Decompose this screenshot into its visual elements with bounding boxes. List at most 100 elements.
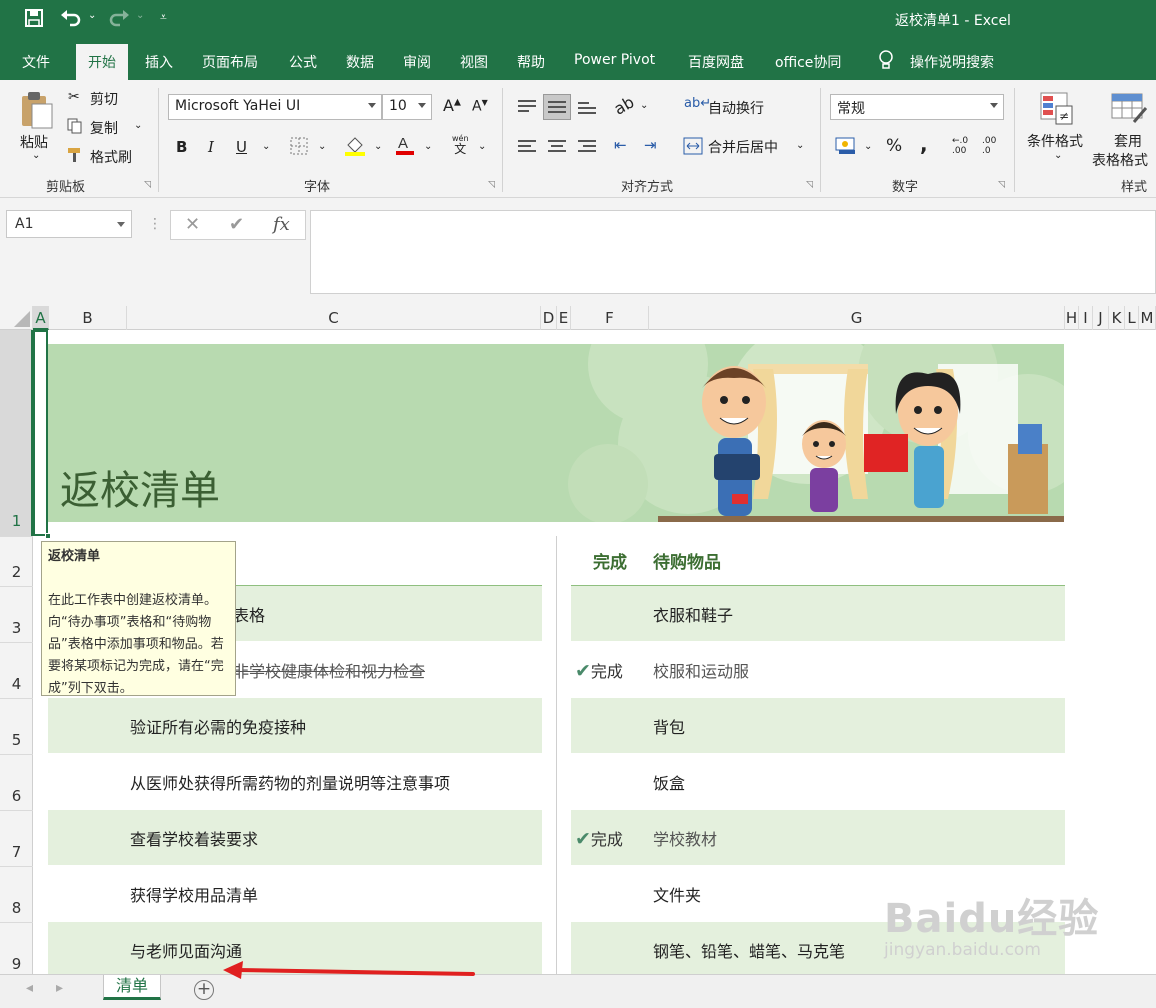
row-header-6[interactable]: 6 xyxy=(0,754,33,810)
paste-icon[interactable] xyxy=(20,90,54,134)
borders-dropdown-icon[interactable]: ⌄ xyxy=(318,141,326,152)
percent-style-button[interactable]: % xyxy=(886,136,902,156)
conditional-formatting-button[interactable]: 条件格式 xyxy=(1027,131,1083,151)
wrap-text-button[interactable]: 自动换行 xyxy=(708,98,764,118)
select-all-button[interactable] xyxy=(0,306,33,330)
merge-center-button[interactable]: 合并后居中 xyxy=(708,137,778,157)
name-box[interactable]: A1 xyxy=(6,210,132,238)
decrease-decimal-button[interactable]: .00.0 xyxy=(982,136,996,156)
row-header-2[interactable]: 2 xyxy=(0,536,33,586)
shopping-done-header[interactable]: 完成 xyxy=(593,548,627,573)
column-header-h[interactable]: H xyxy=(1065,306,1079,330)
decrease-font-size-icon[interactable]: A▼ xyxy=(472,98,488,115)
shopping-item[interactable]: 衣服和鞋子 xyxy=(653,602,733,626)
increase-decimal-button[interactable]: ←.0.00 xyxy=(952,136,968,156)
row-header-9[interactable]: 9 xyxy=(0,922,33,974)
copy-button[interactable]: 复制 xyxy=(90,118,118,138)
row-header-3[interactable]: 3 xyxy=(0,586,33,642)
tab-file[interactable]: 文件 xyxy=(22,52,50,72)
tab-office-collab[interactable]: office协同 xyxy=(775,52,841,72)
todo-item[interactable]: 获得学校用品清单 xyxy=(130,882,258,906)
accounting-dropdown-icon[interactable]: ⌄ xyxy=(864,141,872,152)
top-align-icon[interactable] xyxy=(518,100,536,114)
format-as-table-icon[interactable] xyxy=(1110,92,1148,130)
row-header-1[interactable]: 1 xyxy=(0,330,33,536)
tab-home[interactable]: 开始 xyxy=(76,44,128,80)
accounting-format-icon[interactable] xyxy=(835,135,857,159)
column-header-g[interactable]: G xyxy=(649,306,1065,330)
tab-review[interactable]: 审阅 xyxy=(403,52,431,72)
orientation-dropdown-icon[interactable]: ⌄ xyxy=(640,100,648,111)
tab-help[interactable]: 帮助 xyxy=(517,52,545,72)
phonetic-dropdown-icon[interactable]: ⌄ xyxy=(478,141,486,152)
cut-icon[interactable]: ✂ xyxy=(68,89,80,105)
increase-font-size-icon[interactable]: A▲ xyxy=(443,96,461,115)
todo-item[interactable]: 非学校健康体检和视力检查 xyxy=(233,658,425,682)
column-header-j[interactable]: J xyxy=(1093,306,1109,330)
row-header-5[interactable]: 5 xyxy=(0,698,33,754)
shopping-item[interactable]: 背包 xyxy=(653,714,685,738)
fill-color-icon[interactable] xyxy=(344,135,366,161)
column-header-i[interactable]: I xyxy=(1079,306,1093,330)
align-right-icon[interactable] xyxy=(578,140,596,154)
underline-dropdown-icon[interactable]: ⌄ xyxy=(262,141,270,152)
column-header-c[interactable]: C xyxy=(127,306,541,330)
phonetic-guide-icon[interactable]: wén 文 xyxy=(452,134,469,156)
insert-function-icon[interactable]: fx xyxy=(273,214,290,235)
shopping-item-header[interactable]: 待购物品 xyxy=(653,548,721,573)
underline-button[interactable]: U xyxy=(236,138,247,156)
conditional-dropdown-icon[interactable]: ⌄ xyxy=(1054,150,1062,161)
scroll-right-icon[interactable]: ▸ xyxy=(56,980,63,996)
align-left-icon[interactable] xyxy=(518,140,536,154)
bottom-align-icon[interactable] xyxy=(578,102,596,116)
formula-input[interactable] xyxy=(310,210,1156,294)
fill-handle[interactable] xyxy=(45,533,51,539)
shopping-item[interactable]: 文件夹 xyxy=(653,882,701,906)
column-header-b[interactable]: B xyxy=(49,306,127,330)
orientation-icon[interactable]: ab xyxy=(611,92,638,118)
shopping-item[interactable]: 钢笔、铅笔、蜡笔、马克笔 xyxy=(653,938,845,962)
tab-view[interactable]: 视图 xyxy=(460,52,488,72)
shopping-item[interactable]: 饭盒 xyxy=(653,770,685,794)
column-header-f[interactable]: F xyxy=(571,306,649,330)
sheet-tab-active[interactable]: 清单 xyxy=(103,975,161,1000)
column-header-l[interactable]: L xyxy=(1125,306,1139,330)
scroll-left-icon[interactable]: ◂ xyxy=(26,980,33,996)
column-header-e[interactable]: E xyxy=(557,306,571,330)
row-header-4[interactable]: 4 xyxy=(0,642,33,698)
undo-icon[interactable] xyxy=(60,7,82,31)
font-size-select[interactable]: 10 xyxy=(382,94,432,120)
tab-insert[interactable]: 插入 xyxy=(145,52,173,72)
tab-data[interactable]: 数据 xyxy=(346,52,374,72)
italic-button[interactable]: I xyxy=(208,138,214,156)
increase-indent-icon[interactable]: ⇥ xyxy=(644,136,657,154)
comma-style-button[interactable]: , xyxy=(920,132,928,156)
tab-baidu-netdisk[interactable]: 百度网盘 xyxy=(688,52,744,72)
column-header-d[interactable]: D xyxy=(541,306,557,330)
bold-button[interactable]: B xyxy=(176,138,187,156)
merge-dropdown-icon[interactable]: ⌄ xyxy=(796,140,804,151)
paste-dropdown-icon[interactable]: ⌄ xyxy=(32,150,40,161)
redo-icon[interactable] xyxy=(108,7,130,31)
tab-page-layout[interactable]: 页面布局 xyxy=(202,52,258,72)
shopping-done[interactable]: ✔完成 xyxy=(575,658,623,682)
format-as-table-line2[interactable]: 表格格式 xyxy=(1092,150,1148,170)
borders-icon[interactable] xyxy=(290,137,308,159)
undo-dropdown-icon[interactable]: ⌄ xyxy=(88,10,96,21)
clipboard-dialog-launcher-icon[interactable]: ◹ xyxy=(144,180,151,190)
format-as-table-line1[interactable]: 套用 xyxy=(1114,131,1142,151)
alignment-dialog-launcher-icon[interactable]: ◹ xyxy=(806,180,813,190)
font-color-icon[interactable]: A xyxy=(395,134,415,160)
decrease-indent-icon[interactable]: ⇤ xyxy=(614,136,627,154)
paste-button[interactable]: 粘贴 xyxy=(20,132,48,152)
number-format-select[interactable]: 常规 xyxy=(830,94,1004,120)
row-header-8[interactable]: 8 xyxy=(0,866,33,922)
conditional-formatting-icon[interactable]: ≠ xyxy=(1040,92,1074,130)
redo-dropdown-icon[interactable]: ⌄ xyxy=(136,10,144,21)
customize-quick-access-icon[interactable]: ⩡ xyxy=(160,10,167,25)
column-header-m[interactable]: M xyxy=(1139,306,1156,330)
shopping-done[interactable]: ✔完成 xyxy=(575,826,623,850)
todo-item[interactable]: 从医师处获得所需药物的剂量说明等注意事项 xyxy=(130,770,450,794)
format-painter-icon[interactable] xyxy=(67,147,85,167)
todo-item[interactable]: 表格 xyxy=(233,602,265,626)
